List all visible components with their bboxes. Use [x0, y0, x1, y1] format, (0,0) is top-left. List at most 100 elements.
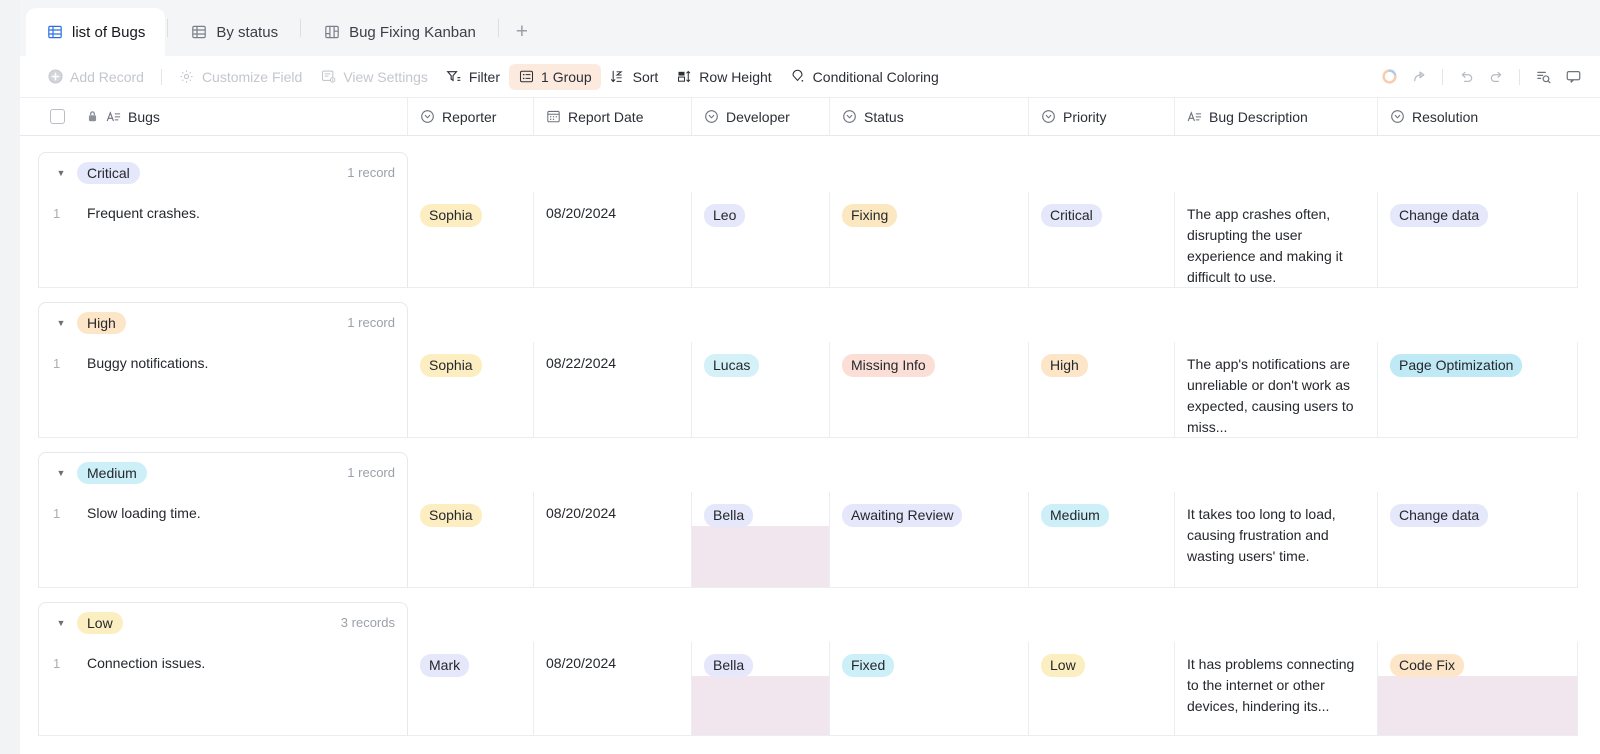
cell-developer[interactable]: Leo: [692, 192, 830, 288]
add-record-button[interactable]: Add Record: [38, 64, 153, 90]
cell-status[interactable]: Fixed: [830, 642, 1029, 736]
lock-icon: [86, 110, 99, 123]
column-header-date[interactable]: Report Date: [534, 98, 692, 135]
cell-developer[interactable]: Lucas: [692, 342, 830, 438]
group-header-row: ▼ Low 3 records: [20, 602, 1600, 642]
tab-divider: [497, 19, 499, 37]
chevron-down-icon[interactable]: ▼: [53, 618, 69, 628]
cell-bug-description[interactable]: The app's notifications are unreliable o…: [1175, 342, 1378, 438]
add-record-label: Add Record: [70, 68, 144, 85]
customize-field-button[interactable]: Customize Field: [170, 64, 311, 90]
chevron-down-icon[interactable]: ▼: [53, 168, 69, 178]
cell-developer[interactable]: Bella: [692, 642, 830, 736]
conditional-coloring-button[interactable]: Conditional Coloring: [781, 64, 948, 90]
select-field-icon: [420, 109, 435, 124]
cell-color-fill: [692, 676, 829, 735]
group-header[interactable]: ▼ Low 3 records: [38, 602, 408, 642]
view-tab-label: list of Bugs: [72, 23, 146, 41]
cell-bug-title[interactable]: 1 Slow loading time.: [38, 492, 408, 588]
cell-bug-title[interactable]: 1 Buggy notifications.: [38, 342, 408, 438]
table-row[interactable]: 1 Buggy notifications. Sophia 08/22/2024 Luc…: [20, 342, 1600, 438]
cell-color-fill: [692, 526, 829, 587]
cell-resolution[interactable]: Code Fix: [1378, 642, 1578, 736]
column-header-desc[interactable]: Bug Description: [1175, 98, 1378, 135]
left-sidebar-rail: [0, 0, 20, 754]
share-icon[interactable]: [1404, 64, 1434, 90]
cell-bug-description[interactable]: It takes too long to load, causing frust…: [1175, 492, 1378, 588]
column-header-label: Status: [864, 108, 904, 125]
group-value-pill: Critical: [77, 161, 140, 184]
cell-bug-title[interactable]: 1 Frequent crashes.: [38, 192, 408, 288]
column-header-res[interactable]: Resolution: [1378, 98, 1578, 135]
table-row[interactable]: 1 Connection issues. Mark 08/20/2024 Bella Fi…: [20, 642, 1600, 736]
view-settings-button[interactable]: View Settings: [311, 64, 437, 90]
cell-priority[interactable]: Low: [1029, 642, 1175, 736]
search-rows-icon[interactable]: [1528, 64, 1558, 90]
cell-priority[interactable]: High: [1029, 342, 1175, 438]
view-tab-bug-fixing-kanban[interactable]: Bug Fixing Kanban: [303, 8, 496, 56]
cell-resolution[interactable]: Change data: [1378, 192, 1578, 288]
view-tab-list-of-bugs[interactable]: list of Bugs: [26, 8, 166, 56]
group-record-count: 1 record: [347, 165, 395, 180]
cell-report-date[interactable]: 08/20/2024: [534, 492, 692, 588]
column-header-pri[interactable]: Priority: [1029, 98, 1175, 135]
cell-bug-title[interactable]: 1 Connection issues.: [38, 642, 408, 736]
column-header-dev[interactable]: Developer: [692, 98, 830, 135]
priority-tag: Medium: [1041, 504, 1109, 527]
sync-spinner-icon[interactable]: [1374, 64, 1404, 90]
cell-status[interactable]: Fixing: [830, 192, 1029, 288]
cell-status[interactable]: Missing Info: [830, 342, 1029, 438]
comment-icon[interactable]: [1558, 64, 1588, 90]
cell-resolution[interactable]: Page Optimization: [1378, 342, 1578, 438]
view-tab-label: By status: [216, 23, 279, 41]
cell-status[interactable]: Awaiting Review: [830, 492, 1029, 588]
group-button[interactable]: 1 Group: [509, 63, 601, 90]
row-height-button[interactable]: Row Height: [667, 64, 780, 90]
group-header-row: ▼ High 1 record: [20, 302, 1600, 342]
toolbar-divider: [160, 68, 162, 85]
cell-priority[interactable]: Medium: [1029, 492, 1175, 588]
sort-button[interactable]: Sort: [601, 64, 668, 90]
add-view-tab-button[interactable]: +: [505, 8, 539, 56]
select-field-icon: [1390, 109, 1405, 124]
cell-report-date[interactable]: 08/20/2024: [534, 642, 692, 736]
cell-bug-description[interactable]: It has problems connecting to the intern…: [1175, 642, 1378, 736]
cell-reporter[interactable]: Sophia: [408, 492, 534, 588]
cell-reporter[interactable]: Sophia: [408, 192, 534, 288]
view-tab-bar: list of Bugs By status Bug Fixing Kanban +: [20, 0, 1600, 56]
cell-report-date[interactable]: 08/22/2024: [534, 342, 692, 438]
cell-priority[interactable]: Critical: [1029, 192, 1175, 288]
group-icon: [518, 69, 534, 85]
group-header[interactable]: ▼ High 1 record: [38, 302, 408, 342]
chevron-down-icon[interactable]: ▼: [53, 318, 69, 328]
sort-icon: [610, 69, 626, 85]
undo-icon[interactable]: [1451, 64, 1481, 90]
toolbar-divider-2: [1442, 68, 1443, 85]
cell-reporter[interactable]: Mark: [408, 642, 534, 736]
reporter-tag: Sophia: [420, 504, 482, 527]
resolution-tag: Change data: [1390, 204, 1489, 227]
select-all-checkbox[interactable]: [50, 109, 65, 124]
grid-table-icon: [190, 24, 207, 41]
column-header-rep[interactable]: Reporter: [408, 98, 534, 135]
cell-reporter[interactable]: Sophia: [408, 342, 534, 438]
column-header-label: Bug Description: [1209, 108, 1308, 125]
select-field-icon: [842, 109, 857, 124]
reporter-tag: Sophia: [420, 204, 482, 227]
table-row[interactable]: 1 Frequent crashes. Sophia 08/20/2024 Leo Fix…: [20, 192, 1600, 288]
redo-icon[interactable]: [1481, 64, 1511, 90]
cell-resolution[interactable]: Change data: [1378, 492, 1578, 588]
bug-title: Frequent crashes.: [87, 205, 200, 221]
view-tab-by-status[interactable]: By status: [170, 8, 298, 56]
filter-button[interactable]: Filter: [437, 64, 509, 90]
cell-developer[interactable]: Bella: [692, 492, 830, 588]
group-header[interactable]: ▼ Medium 1 record: [38, 452, 408, 492]
cell-report-date[interactable]: 08/20/2024: [534, 192, 692, 288]
column-header-bugs[interactable]: Bugs: [38, 98, 408, 135]
group-header-filler: [408, 452, 1600, 492]
cell-bug-description[interactable]: The app crashes often, disrupting the us…: [1175, 192, 1378, 288]
column-header-status[interactable]: Status: [830, 98, 1029, 135]
group-header[interactable]: ▼ Critical 1 record: [38, 152, 408, 192]
chevron-down-icon[interactable]: ▼: [53, 468, 69, 478]
table-row[interactable]: 1 Slow loading time. Sophia 08/20/2024 Bella…: [20, 492, 1600, 588]
